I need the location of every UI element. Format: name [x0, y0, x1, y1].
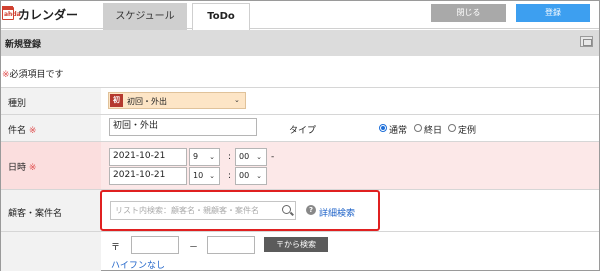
subject-input[interactable]: 初回・外出 [109, 118, 257, 136]
end-hour-select[interactable]: 10 ⌄ [189, 167, 220, 185]
end-minute-select[interactable]: 00 ⌄ [235, 167, 267, 185]
required-note-text: 必須項目です [9, 70, 64, 80]
row-type [1, 87, 599, 114]
radio-all-day-label: 終日 [424, 126, 443, 136]
register-button[interactable]: 登録 [516, 4, 590, 22]
app-title: カレンダー [18, 8, 79, 22]
detail-search-link[interactable]: 詳細検索 [319, 206, 355, 219]
start-minute-select[interactable]: 00 ⌄ [235, 148, 267, 166]
help-icon: ? [306, 205, 316, 215]
datetime-label: 日時 ※ [8, 163, 37, 173]
radio-normal-label: 通常 [389, 126, 408, 136]
radio-regular-label: 定例 [458, 126, 477, 136]
chevron-down-icon: ⌄ [209, 153, 215, 161]
time-separator: : [228, 171, 232, 181]
popup-window-icon[interactable] [580, 36, 593, 47]
customer-search-placeholder: リスト内検索：顧客名・親顧客・案件名 [115, 206, 259, 215]
tab-schedule[interactable]: スケジュール [103, 3, 187, 30]
close-button[interactable]: 閉じる [431, 4, 506, 22]
radio-normal[interactable] [379, 124, 387, 132]
required-mark: ※ [2, 70, 10, 80]
start-hour-select[interactable]: 9 ⌄ [189, 148, 220, 166]
search-icon[interactable] [282, 205, 291, 214]
row-datetime [1, 141, 599, 189]
tab-todo[interactable]: ToDo [192, 3, 250, 30]
radio-regular[interactable] [448, 124, 456, 132]
type-badge: 初 [110, 94, 123, 107]
required-mark: ※ [28, 163, 37, 173]
section-title: 新規登録 [5, 40, 42, 50]
top-bar [1, 1, 599, 29]
postal-code-first[interactable] [131, 236, 179, 254]
radio-all-day[interactable] [414, 124, 422, 132]
chevron-down-icon: ⌄ [256, 172, 262, 180]
section-header [1, 30, 599, 56]
start-date-input[interactable]: 2021-10-21 [109, 148, 187, 166]
chevron-down-icon: ⌄ [234, 96, 240, 104]
type-label: 種別 [8, 99, 27, 109]
required-mark: ※ [28, 126, 37, 136]
range-separator: - [271, 152, 275, 162]
required-note: ※必須項目です [2, 67, 64, 80]
calendar-logo-icon: ahda [2, 6, 21, 20]
subject-label: 件名 ※ [8, 126, 37, 136]
no-hyphen-link[interactable]: ハイフンなし [111, 258, 165, 271]
postal-code-second[interactable] [207, 236, 255, 254]
time-separator: : [228, 152, 232, 162]
customer-label: 顧客・案件名 [8, 209, 63, 219]
end-date-input[interactable]: 2021-10-21 [109, 167, 187, 185]
postal-dash: － [189, 243, 199, 253]
chevron-down-icon: ⌄ [209, 172, 215, 180]
schedule-type-label: タイプ [289, 126, 317, 136]
postal-search-button[interactable]: 〒から検索 [264, 237, 328, 252]
type-value: 初回・外出 [127, 97, 167, 106]
postal-symbol: 〒 [111, 243, 121, 253]
chevron-down-icon: ⌄ [256, 153, 262, 161]
